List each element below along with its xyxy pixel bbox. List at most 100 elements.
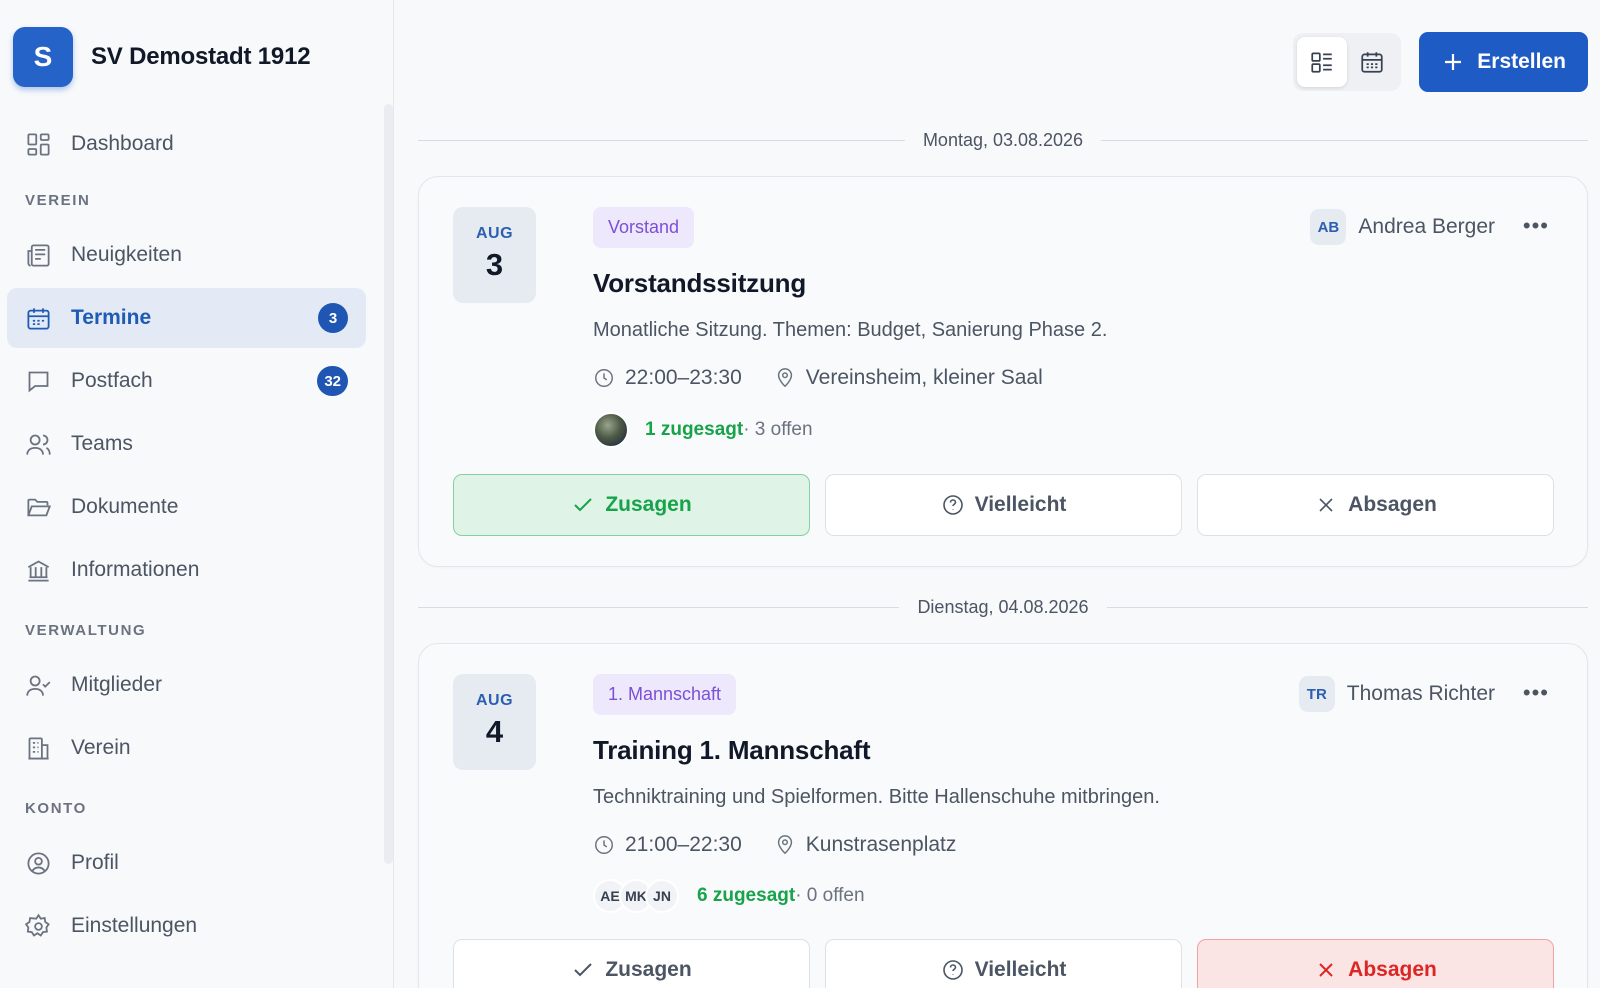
date-separator: Dienstag, 04.08.2026	[418, 591, 1589, 623]
sidebar-item-label: Informationen	[71, 558, 200, 581]
sidebar: S SV Demostadt 1912 Dashboard VEREIN Neu…	[0, 0, 394, 988]
toolbar: Erstellen	[418, 0, 1588, 124]
maybe-button[interactable]: Vielleicht	[825, 474, 1182, 536]
attendee-avatars: AE MK JN	[593, 879, 679, 913]
check-icon	[574, 963, 593, 977]
sidebar-item-label: Postfach	[71, 369, 153, 392]
map-pin-icon	[777, 835, 792, 855]
accept-label: Zusagen	[605, 958, 692, 981]
sidebar-item-informationen[interactable]: Informationen	[7, 540, 366, 600]
more-options-button[interactable]: •••	[1523, 680, 1549, 706]
club-logo[interactable]: S	[13, 27, 73, 87]
event-owner: AB Andrea Berger	[1310, 209, 1495, 245]
sidebar-item-einstellungen[interactable]: Einstellungen	[7, 896, 366, 956]
sidebar-item-dashboard[interactable]: Dashboard	[7, 114, 366, 174]
institution-icon	[27, 559, 50, 582]
sidebar-item-label: Termine	[71, 306, 152, 329]
owner-avatar: TR	[1298, 676, 1335, 712]
event-card[interactable]: AUG 4 TR Thomas Richter ••• 1. Mannschaf…	[418, 643, 1588, 988]
decline-button[interactable]: Absagen	[1197, 939, 1554, 988]
sidebar-item-teams[interactable]: Teams	[7, 414, 366, 474]
date-heading: Montag, 03.08.2026	[922, 129, 1084, 150]
map-pin-icon	[777, 368, 792, 388]
postfach-count-badge: 32	[317, 366, 348, 396]
event-tag: Vorstand	[593, 207, 695, 248]
list-view-icon	[1311, 52, 1333, 73]
clock-icon	[595, 836, 613, 854]
rsvp-summary: AE MK JN 6 zugesagt · 0 offen	[593, 879, 1554, 913]
event-location: Kunstrasenplatz	[805, 833, 957, 856]
sidebar-nav: Dashboard VEREIN Neuigkeiten Termine 3 P…	[0, 114, 393, 956]
sidebar-item-label: Profil	[71, 851, 119, 874]
sidebar-item-label: Mitglieder	[71, 673, 163, 696]
event-card[interactable]: AUG 3 AB Andrea Berger ••• Vorstand Vors…	[418, 176, 1588, 567]
chat-icon	[28, 371, 49, 392]
users-icon	[26, 434, 51, 455]
sidebar-scrollbar[interactable]	[384, 104, 393, 864]
list-view-button[interactable]	[1297, 37, 1348, 87]
calendar-view-button[interactable]	[1347, 37, 1397, 87]
owner-avatar: AB	[1310, 209, 1347, 245]
sidebar-item-termine[interactable]: Termine 3	[7, 288, 366, 348]
sidebar-item-label: Neuigkeiten	[71, 243, 182, 266]
x-icon	[1319, 498, 1333, 512]
event-title[interactable]: Vorstandssitzung	[593, 268, 1554, 299]
sidebar-item-dokumente[interactable]: Dokumente	[7, 477, 366, 537]
clock-icon	[595, 369, 613, 387]
accept-button[interactable]: Zusagen	[453, 939, 810, 988]
date-tile-month: AUG	[475, 692, 514, 709]
more-options-button[interactable]: •••	[1523, 213, 1549, 239]
open-count: · 3 offen	[743, 419, 813, 440]
section-label-verwaltung: VERWALTUNG	[25, 622, 147, 639]
sidebar-item-postfach[interactable]: Postfach 32	[7, 351, 366, 411]
create-button-label: Erstellen	[1477, 50, 1566, 73]
accept-button[interactable]: Zusagen	[453, 474, 810, 536]
club-name: SV Demostadt 1912	[91, 43, 311, 70]
event-description: Techniktraining und Spielformen. Bitte H…	[593, 786, 1160, 808]
event-time: 22:00–23:30	[625, 366, 742, 389]
sidebar-item-label: Einstellungen	[71, 914, 198, 937]
accepted-count: 6 zugesagt	[697, 885, 796, 906]
view-toggle	[1293, 33, 1402, 91]
sidebar-item-neuigkeiten[interactable]: Neuigkeiten	[7, 225, 366, 285]
gear-icon	[25, 913, 50, 937]
create-button[interactable]: Erstellen	[1419, 32, 1588, 92]
sidebar-item-label: Teams	[71, 432, 133, 455]
date-tile-day: 4	[485, 714, 504, 749]
accepted-count: 1 zugesagt	[645, 419, 744, 440]
plus-icon	[1445, 54, 1462, 70]
user-check-icon	[26, 675, 51, 696]
folder-open-icon	[27, 498, 52, 516]
event-location: Vereinsheim, kleiner Saal	[805, 366, 1043, 389]
maybe-button[interactable]: Vielleicht	[825, 939, 1182, 988]
main-content: Erstellen Montag, 03.08.2026 AUG 3 AB An…	[394, 0, 1600, 988]
termine-count-badge: 3	[318, 303, 348, 333]
decline-label: Absagen	[1348, 958, 1437, 981]
building-icon	[28, 736, 49, 760]
section-label-verein: VEREIN	[25, 192, 91, 209]
maybe-label: Vielleicht	[974, 958, 1067, 981]
event-tag: 1. Mannschaft	[593, 674, 737, 715]
sidebar-item-profil[interactable]: Profil	[7, 833, 366, 893]
x-icon	[1319, 963, 1333, 977]
event-owner: TR Thomas Richter	[1298, 676, 1495, 712]
sidebar-item-mitglieder[interactable]: Mitglieder	[7, 655, 366, 715]
open-count: · 0 offen	[795, 885, 865, 906]
sidebar-item-verein[interactable]: Verein	[7, 718, 366, 778]
date-separator: Montag, 03.08.2026	[418, 124, 1589, 156]
sidebar-item-label: Verein	[71, 736, 131, 759]
owner-name: Andrea Berger	[1358, 215, 1495, 238]
calendar-icon	[1361, 52, 1383, 73]
date-tile: AUG 3	[453, 207, 536, 303]
maybe-label: Vielleicht	[974, 493, 1067, 516]
sidebar-item-label: Dokumente	[71, 495, 179, 518]
event-title[interactable]: Training 1. Mannschaft	[593, 735, 1554, 766]
accept-label: Zusagen	[605, 493, 692, 516]
event-meta: 22:00–23:30 Vereinsheim, kleiner Saal	[593, 366, 1554, 390]
date-heading: Dienstag, 04.08.2026	[917, 596, 1089, 617]
date-tile-day: 3	[485, 247, 504, 282]
owner-name: Thomas Richter	[1346, 682, 1495, 705]
check-icon	[574, 498, 593, 512]
decline-button[interactable]: Absagen	[1197, 474, 1554, 536]
event-time: 21:00–22:30	[625, 833, 742, 856]
